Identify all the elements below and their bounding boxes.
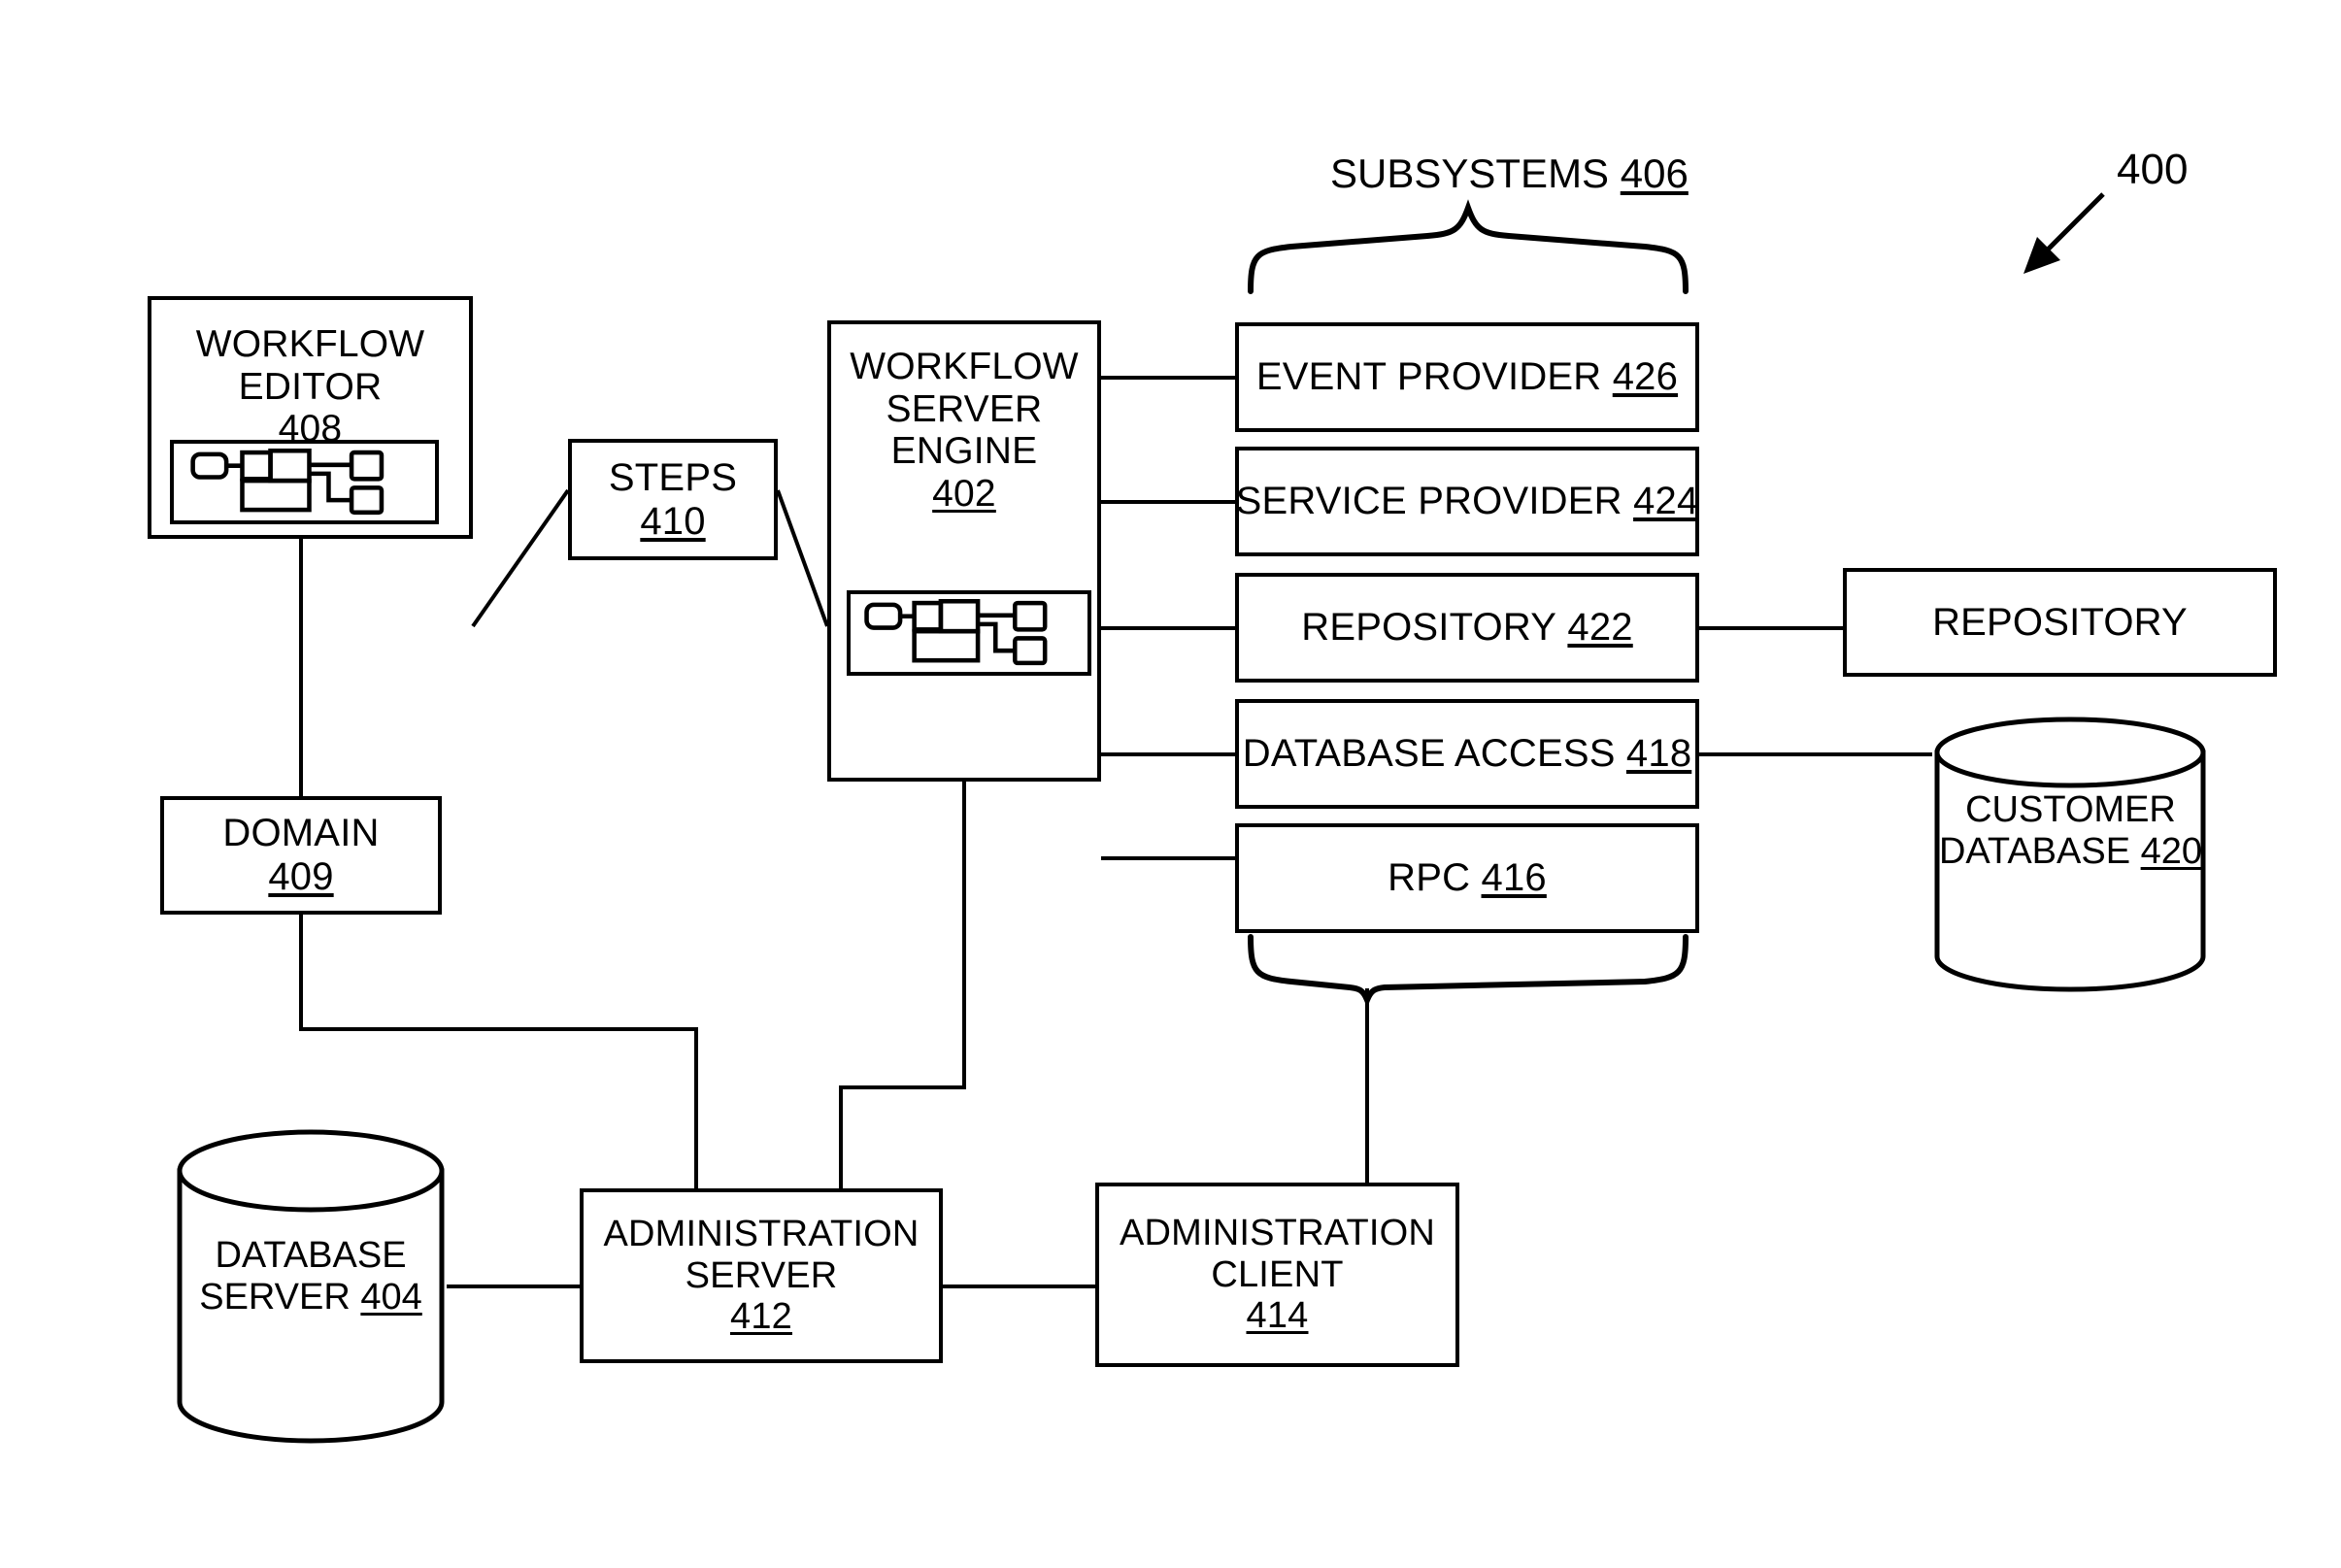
workflow-server-engine-line3: ENGINE [890,430,1038,473]
database-server-line1: DATABASE [215,1235,407,1276]
customer-database-label: CUSTOMER DATABASE 420 [1932,789,2209,874]
workflow-server-engine-label: WORKFLOW SERVER ENGINE 402 [850,346,1079,516]
subsystem-event-provider[interactable]: EVENT PROVIDER 426 [1235,322,1699,432]
subsystem-database-access-numeral: 418 [1625,732,1692,776]
workflow-editor-node[interactable]: WORKFLOW EDITOR 408 [148,296,473,539]
subsystem-event-provider-numeral: 426 [1612,355,1679,399]
administration-server-line1: ADMINISTRATION [603,1214,920,1255]
administration-server-numeral: 412 [729,1296,792,1338]
customer-database-line1: CUSTOMER [1965,789,2176,830]
subsystems-group-label-text: SUBSYSTEMS [1330,150,1610,196]
database-server-label: DATABASE SERVER 404 [175,1235,447,1319]
subsystem-service-provider[interactable]: SERVICE PROVIDER 424 [1235,447,1699,556]
workflow-server-engine-numeral: 402 [932,473,996,516]
customer-database-line2: DATABASE [1938,831,2131,873]
steps-numeral: 410 [640,499,706,543]
subsystem-service-provider-label: SERVICE PROVIDER [1235,480,1622,523]
subsystem-repository[interactable]: REPOSITORY 422 [1235,573,1699,683]
administration-client-node[interactable]: ADMINISTRATION CLIENT 414 [1095,1183,1459,1367]
database-server-line2: SERVER [199,1277,351,1318]
subsystems-group-label: SUBSYSTEMS 406 [1330,150,1689,197]
patent-figure-400: SUBSYSTEMS 406 400 WORKFLOW EDITOR 408 S… [0,0,2341,1568]
subsystem-rpc-label-wrap: RPC 416 [1388,856,1547,900]
workflow-server-engine-node[interactable]: WORKFLOW SERVER ENGINE 402 [827,320,1101,782]
steps-label: STEPS [608,455,738,499]
workflow-editor-label: WORKFLOW EDITOR 408 [196,323,425,450]
figure-reference-numeral: 400 [2117,146,2189,193]
subsystem-service-provider-numeral: 424 [1633,480,1699,523]
administration-client-numeral: 414 [1246,1295,1309,1337]
workflow-mini-diagram-icon [170,440,439,524]
workflow-mini-diagram-icon [847,590,1091,676]
subsystem-event-provider-label-wrap: EVENT PROVIDER 426 [1256,355,1678,399]
subsystem-repository-label-wrap: REPOSITORY 422 [1301,606,1633,650]
subsystem-event-provider-label: EVENT PROVIDER [1255,355,1602,399]
subsystem-database-access-label-wrap: DATABASE ACCESS 418 [1243,732,1692,776]
workflow-server-engine-line2: SERVER [886,387,1043,430]
subsystem-repository-label: REPOSITORY [1301,606,1557,650]
workflow-editor-line1: WORKFLOW [195,323,425,365]
customer-database-node[interactable]: CUSTOMER DATABASE 420 [1932,714,2209,995]
domain-numeral: 409 [268,855,334,898]
administration-server-line2: SERVER [685,1254,838,1296]
subsystem-repository-numeral: 422 [1567,606,1633,650]
subsystem-database-access[interactable]: DATABASE ACCESS 418 [1235,699,1699,809]
workflow-server-engine-line1: WORKFLOW [850,346,1079,387]
domain-label: DOMAIN [222,812,380,855]
subsystem-rpc-label: RPC [1388,856,1471,900]
repository-store-node[interactable]: REPOSITORY [1843,568,2277,677]
database-server-node[interactable]: DATABASE SERVER 404 [175,1126,447,1447]
administration-server-node[interactable]: ADMINISTRATION SERVER 412 [580,1188,943,1363]
subsystem-service-provider-label-wrap: SERVICE PROVIDER 424 [1236,480,1699,523]
database-server-numeral: 404 [360,1277,422,1318]
subsystem-database-access-label: DATABASE ACCESS [1242,732,1616,776]
domain-node[interactable]: DOMAIN 409 [160,796,442,915]
repository-store-label: REPOSITORY [1932,600,2188,644]
administration-client-line1: ADMINISTRATION [1119,1213,1436,1254]
administration-client-line2: CLIENT [1211,1253,1344,1295]
subsystem-rpc-numeral: 416 [1481,856,1547,900]
subsystems-group-numeral: 406 [1620,150,1689,196]
workflow-editor-line2: EDITOR [238,365,383,408]
customer-database-numeral: 420 [2140,831,2203,873]
subsystem-rpc[interactable]: RPC 416 [1235,823,1699,933]
steps-node[interactable]: STEPS 410 [568,439,778,560]
